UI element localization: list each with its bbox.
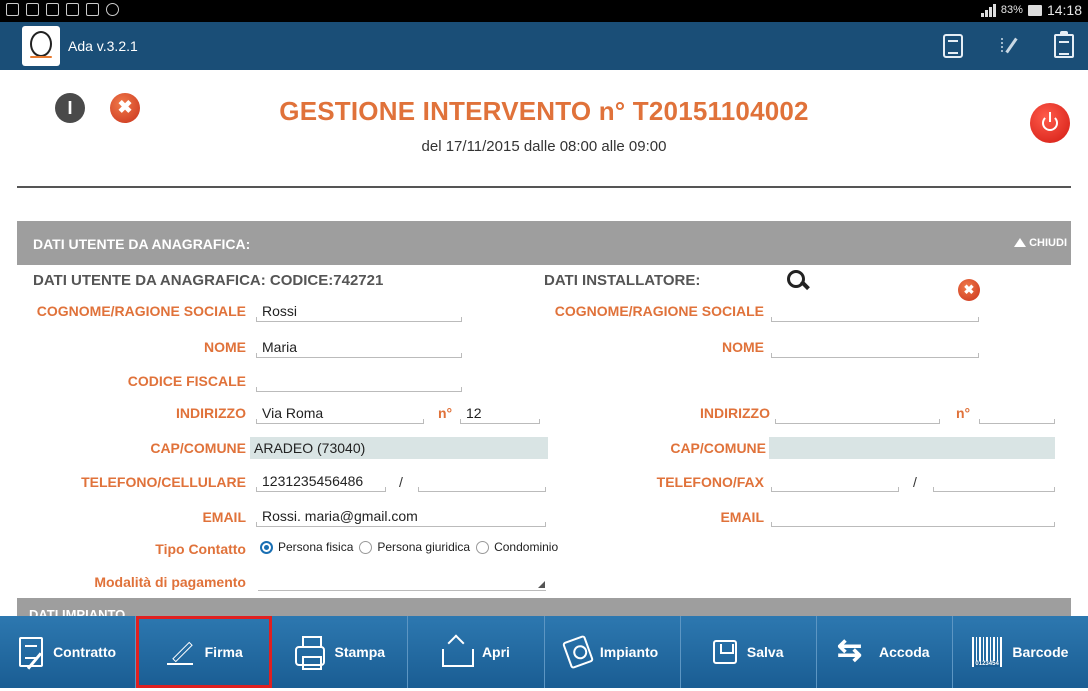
accoda-button[interactable]: Accoda [817,616,953,688]
stampa-button[interactable]: Stampa [272,616,409,688]
battery-percent: 83% [1000,4,1023,16]
upload-icon [441,637,474,667]
arrows-icon [837,634,869,668]
section-title: DATI UTENTE DA ANAGRAFICA: [33,236,251,252]
label-indirizzo: INDIRIZZO [176,405,246,421]
installer-fax-field[interactable] [933,472,1055,492]
pen-icon [165,637,195,667]
modalita-pagamento-select[interactable] [258,571,546,591]
installer-indirizzo-field[interactable] [775,404,940,424]
printer-icon [294,636,325,670]
notification-icon [106,3,119,16]
installer-email-field[interactable] [771,507,1055,527]
installer-cognome-field[interactable] [771,302,979,322]
edit-list-icon[interactable] [1000,34,1020,58]
label-numero: n° [438,405,453,421]
apri-button[interactable]: Apri [408,616,545,688]
label-installer-indirizzo: INDIRIZZO [700,405,770,421]
tipo-contatto-group: Persona fisica Persona giuridica Condomi… [260,540,564,554]
triangle-up-icon [1014,238,1027,247]
barcode-button[interactable]: Barcode [953,616,1088,688]
divider [17,186,1071,188]
salva-button[interactable]: Salva [681,616,817,688]
installer-clear-button[interactable]: ✖ [958,279,980,301]
contract-icon [19,637,44,667]
label-tipo-contatto: Tipo Contatto [155,541,246,557]
label-codice-fiscale: CODICE FISCALE [127,373,246,389]
status-right: 83% 14:18 [980,2,1082,18]
signal-icon [980,3,996,17]
page-title: GESTIONE INTERVENTO n° T20151104002 [279,96,809,126]
installer-telefono-field[interactable] [771,472,899,492]
collapse-label: CHIUDI [1029,237,1067,249]
codice-fiscale-field[interactable] [256,372,462,392]
bottom-toolbar: Contratto Firma Stampa Apri Impianto Sal… [0,616,1088,688]
document-icon[interactable] [943,34,963,58]
radio-selected-icon [260,540,273,554]
phone-separator: / [399,474,403,490]
label-telefono: TELEFONO/CELLULARE [81,474,246,490]
label-installer-email: EMAIL [720,509,764,525]
notification-icons [6,3,119,16]
search-icon[interactable] [787,270,809,292]
indirizzo-field[interactable]: Via Roma [256,404,424,424]
notification-icon [86,3,99,16]
cellulare-field[interactable] [418,472,546,492]
notification-icon [66,3,79,16]
user-heading: DATI UTENTE DA ANAGRAFICA: CODICE:742721 [33,272,384,289]
notification-icon [26,3,39,16]
label-installer-cap-comune: CAP/COMUNE [670,440,766,456]
label-installer-numero: n° [956,405,971,421]
label-installer-telefono: TELEFONO/FAX [656,474,764,490]
radio-persona-fisica[interactable]: Persona fisica [260,540,353,554]
cognome-field[interactable]: Rossi [256,302,462,322]
contratto-button[interactable]: Contratto [0,616,137,688]
label-cognome: COGNOME/RAGIONE SOCIALE [36,303,246,319]
numero-field[interactable]: 12 [460,404,540,424]
clock: 14:18 [1046,2,1082,18]
radio-condominio[interactable]: Condominio [476,540,558,554]
clipboard-icon[interactable] [1054,31,1074,58]
app-version: Ada v.3.2.1 [68,38,138,54]
radio-icon [476,540,490,554]
notification-icon [46,3,59,16]
label-installer-nome: NOME [722,339,764,355]
collapse-toggle[interactable]: CHIUDI [1014,237,1067,249]
label-modalita-pagamento: Modalità di pagamento [94,574,246,590]
section-header[interactable]: DATI UTENTE DA ANAGRAFICA: CHIUDI [17,221,1071,265]
barcode-icon [972,637,1003,667]
app-logo[interactable] [22,26,60,66]
radio-persona-giuridica[interactable]: Persona giuridica [359,540,470,554]
section-header-impianto[interactable]: DATI IMPIANTO [17,598,1071,618]
label-email: EMAIL [202,509,246,525]
telefono-field[interactable]: 1231235456486 [256,472,386,492]
nome-field[interactable]: Maria [256,338,462,358]
label-installer-cognome: COGNOME/RAGIONE SOCIALE [554,303,764,319]
page-subtitle: del 17/11/2015 dalle 08:00 alle 09:00 [421,138,667,155]
firma-button[interactable]: Firma [136,616,273,688]
installer-phone-separator: / [913,474,917,490]
battery-icon [1027,4,1042,16]
label-cap-comune: CAP/COMUNE [150,440,246,456]
radio-icon [359,540,373,554]
plant-icon [561,634,594,670]
label-nome: NOME [204,339,246,355]
power-button[interactable] [1030,103,1070,143]
email-field[interactable]: Rossi. maria@gmail.com [256,507,546,527]
installer-nome-field[interactable] [771,338,979,358]
installer-heading: DATI INSTALLATORE: [544,272,701,289]
status-bar: 83% 14:18 [0,0,1088,22]
cap-comune-field: ARADEO (73040) [250,437,548,459]
app-bar: Ada v.3.2.1 [0,22,1088,70]
impianto-button[interactable]: Impianto [545,616,681,688]
installer-numero-field[interactable] [979,404,1055,424]
save-icon [712,640,737,664]
installer-cap-comune-field [769,437,1055,459]
notification-icon [6,3,19,16]
